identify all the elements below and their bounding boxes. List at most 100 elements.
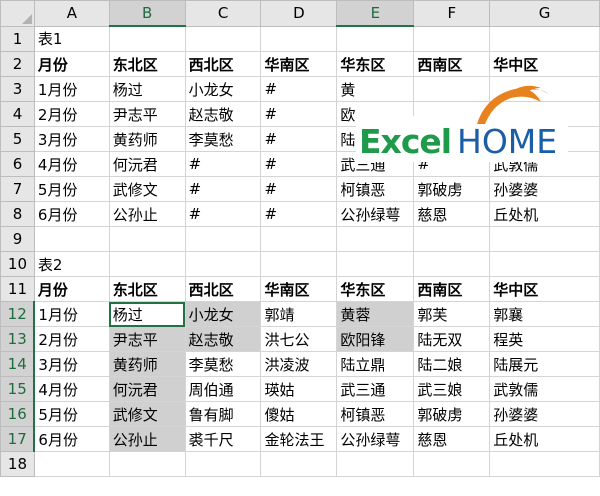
row-header[interactable]: 16 bbox=[0, 401, 36, 427]
table2-cell[interactable]: 陆无双 bbox=[413, 326, 491, 352]
table2-cell[interactable]: 鲁有脚 bbox=[184, 401, 262, 427]
table2-header-cell[interactable]: 华中区 bbox=[489, 276, 600, 302]
table2-cell-selected[interactable]: 赵志敬 bbox=[184, 326, 262, 352]
cell[interactable] bbox=[413, 251, 491, 277]
table2-cell-selected[interactable]: 何沅君 bbox=[108, 376, 186, 402]
cell[interactable] bbox=[260, 226, 338, 252]
table2-cell[interactable]: 郭靖 bbox=[260, 301, 338, 327]
table1-cell[interactable]: # bbox=[184, 176, 262, 202]
row-header[interactable]: 15 bbox=[0, 376, 36, 402]
table1-cell[interactable]: # bbox=[260, 151, 338, 177]
table2-header-cell[interactable]: 西北区 bbox=[184, 276, 262, 302]
table2-cell[interactable]: 洪七公 bbox=[260, 326, 338, 352]
row-header[interactable]: 9 bbox=[0, 226, 35, 252]
table2-cell[interactable]: 武敦儒 bbox=[489, 376, 600, 402]
table1-cell[interactable]: 何沅君 bbox=[108, 151, 186, 177]
table1-header-cell[interactable]: 华南区 bbox=[260, 51, 338, 77]
table2-cell-selected[interactable]: 尹志平 bbox=[108, 326, 186, 352]
active-cell[interactable]: 杨过 bbox=[108, 301, 186, 327]
cell[interactable] bbox=[336, 25, 415, 52]
cell[interactable] bbox=[184, 25, 262, 52]
row-header[interactable]: 11 bbox=[0, 276, 35, 302]
row-header[interactable]: 4 bbox=[0, 101, 35, 127]
table1-header-cell[interactable]: 西南区 bbox=[413, 51, 491, 77]
table2-cell[interactable]: 洪凌波 bbox=[260, 351, 338, 377]
table1-cell[interactable]: # bbox=[260, 101, 338, 127]
table1-header-cell[interactable]: 东北区 bbox=[108, 51, 186, 77]
cell[interactable] bbox=[336, 451, 415, 477]
table1-cell[interactable]: 黄药师 bbox=[108, 126, 186, 152]
row-header[interactable]: 3 bbox=[0, 76, 35, 102]
table1-cell[interactable]: 赵志敬 bbox=[184, 101, 262, 127]
table2-cell-selected[interactable]: 小龙女 bbox=[184, 301, 262, 327]
row-header[interactable]: 2 bbox=[0, 51, 35, 77]
table2-cell[interactable]: 陆二娘 bbox=[413, 351, 491, 377]
cell[interactable] bbox=[489, 226, 600, 252]
cell[interactable] bbox=[336, 226, 415, 252]
cell[interactable] bbox=[108, 451, 186, 477]
cell[interactable] bbox=[260, 25, 338, 52]
row-header[interactable]: 13 bbox=[0, 326, 36, 352]
table2-cell[interactable]: 柯镇恶 bbox=[336, 401, 415, 427]
table2-cell[interactable]: 孙婆婆 bbox=[489, 401, 600, 427]
table2-cell[interactable]: 金轮法王 bbox=[260, 426, 338, 452]
table2-label[interactable]: 表2 bbox=[33, 251, 110, 277]
table2-cell[interactable]: 裘千尺 bbox=[184, 426, 262, 452]
cell[interactable] bbox=[489, 25, 600, 52]
table2-cell[interactable]: 郭破虏 bbox=[413, 401, 491, 427]
table1-cell[interactable]: # bbox=[260, 201, 338, 227]
table1-cell[interactable]: 慈恩 bbox=[413, 201, 491, 227]
table1-cell[interactable]: 柯镇恶 bbox=[336, 176, 415, 202]
cell[interactable] bbox=[260, 251, 338, 277]
table2-cell[interactable]: 郭襄 bbox=[489, 301, 600, 327]
cell[interactable] bbox=[260, 451, 338, 477]
row-header[interactable]: 6 bbox=[0, 151, 35, 177]
row-header[interactable]: 1 bbox=[0, 25, 35, 52]
table2-header-cell[interactable]: 华南区 bbox=[260, 276, 338, 302]
table1-cell[interactable]: 武修文 bbox=[108, 176, 186, 202]
row-header[interactable]: 14 bbox=[0, 351, 36, 377]
table2-cell-selected[interactable]: 公孙止 bbox=[108, 426, 186, 452]
table2-cell[interactable]: 3月份 bbox=[33, 351, 110, 377]
cell[interactable] bbox=[413, 451, 491, 477]
table2-cell[interactable]: 傻姑 bbox=[260, 401, 338, 427]
cell[interactable] bbox=[108, 251, 186, 277]
cell[interactable] bbox=[184, 226, 262, 252]
column-header-c[interactable]: C bbox=[184, 0, 262, 27]
table2-cell-selected[interactable]: 欧阳锋 bbox=[336, 326, 415, 352]
table1-header-cell[interactable]: 华东区 bbox=[336, 51, 415, 77]
table1-cell[interactable]: # bbox=[184, 151, 262, 177]
row-header[interactable]: 12 bbox=[0, 301, 36, 327]
column-header-e[interactable]: E bbox=[336, 0, 415, 27]
table1-cell[interactable]: 1月份 bbox=[33, 76, 110, 102]
table2-cell[interactable]: 武三通 bbox=[336, 376, 415, 402]
row-header[interactable]: 7 bbox=[0, 176, 35, 202]
table2-cell[interactable]: 6月份 bbox=[33, 426, 110, 452]
table1-cell[interactable]: 2月份 bbox=[33, 101, 110, 127]
cell[interactable] bbox=[489, 251, 600, 277]
table1-cell[interactable]: 丘处机 bbox=[489, 201, 600, 227]
column-header-a[interactable]: A bbox=[33, 0, 110, 27]
table2-cell[interactable]: 1月份 bbox=[33, 301, 110, 327]
cell[interactable] bbox=[184, 451, 262, 477]
table2-cell[interactable]: 慈恩 bbox=[413, 426, 491, 452]
table2-cell[interactable]: 陆展元 bbox=[489, 351, 600, 377]
cell[interactable] bbox=[33, 226, 110, 252]
table2-cell[interactable]: 2月份 bbox=[33, 326, 110, 352]
cell[interactable] bbox=[108, 25, 186, 52]
cell[interactable] bbox=[33, 451, 110, 477]
table1-cell[interactable]: # bbox=[184, 201, 262, 227]
table2-cell[interactable]: 公孙绿萼 bbox=[336, 426, 415, 452]
table2-cell[interactable]: 程英 bbox=[489, 326, 600, 352]
column-header-g[interactable]: G bbox=[489, 0, 600, 27]
table1-label[interactable]: 表1 bbox=[33, 25, 110, 52]
table1-cell[interactable]: # bbox=[260, 76, 338, 102]
table2-cell[interactable]: 5月份 bbox=[33, 401, 110, 427]
table2-cell[interactable]: 周伯通 bbox=[184, 376, 262, 402]
table2-cell-selected[interactable]: 武修文 bbox=[108, 401, 186, 427]
table2-cell[interactable]: 武三娘 bbox=[413, 376, 491, 402]
table2-header-cell[interactable]: 西南区 bbox=[413, 276, 491, 302]
table1-cell[interactable]: 杨过 bbox=[108, 76, 186, 102]
cell[interactable] bbox=[489, 451, 600, 477]
table2-cell[interactable]: 瑛姑 bbox=[260, 376, 338, 402]
